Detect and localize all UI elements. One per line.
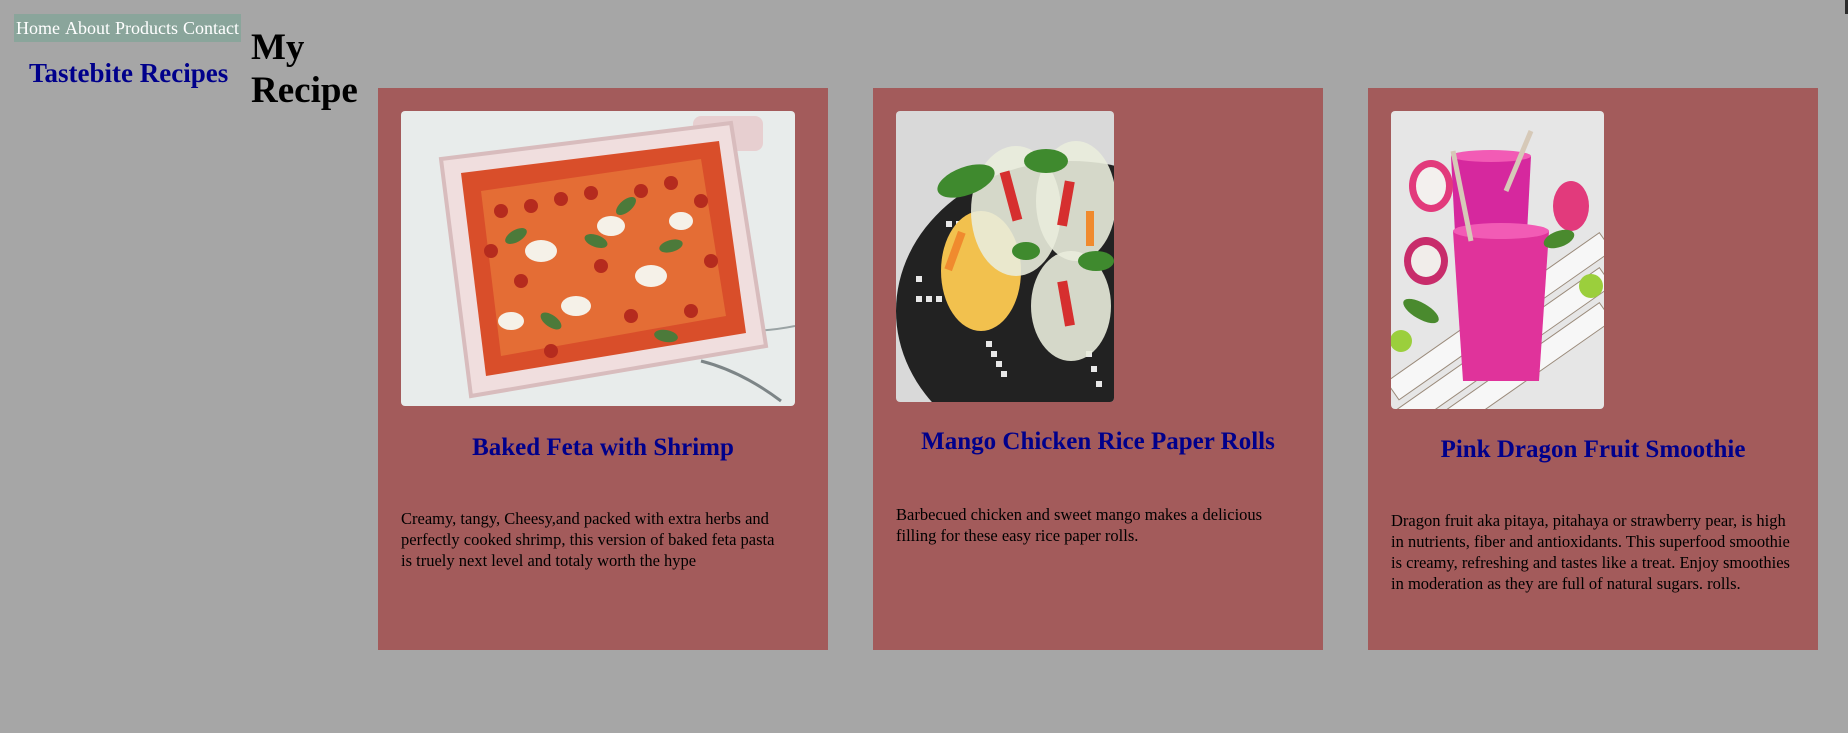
baked-feta-dish-image xyxy=(401,111,795,406)
recipe-title: Baked Feta with Shrimp xyxy=(472,434,734,461)
nav-about-link[interactable]: About xyxy=(65,14,110,42)
top-nav: Home About Products Contact xyxy=(14,14,241,42)
recipe-description: Barbecued chicken and sweet mango makes … xyxy=(896,505,1263,545)
nav-contact-link[interactable]: Contact xyxy=(183,14,239,42)
page-title: My Recipe xyxy=(251,27,358,111)
recipe-description: Dragon fruit aka pitaya, pitahaya or str… xyxy=(1391,511,1790,593)
nav-home-link[interactable]: Home xyxy=(16,14,60,42)
recipe-title: Pink Dragon Fruit Smoothie xyxy=(1440,436,1746,463)
recipe-card-baked-feta: Baked Feta with Shrimp Creamy, tangy, Ch… xyxy=(378,88,828,650)
recipe-card-rice-paper-rolls: Mango Chicken Rice Paper Rolls Barbecued… xyxy=(873,88,1323,650)
brand-name: Tastebite Recipes xyxy=(29,58,229,88)
rice-paper-rolls-image xyxy=(896,111,1114,402)
page: Home About Products Contact Tastebite Re… xyxy=(0,0,1848,733)
nav-products-link[interactable]: Products xyxy=(115,14,178,42)
recipe-title: Mango Chicken Rice Paper Rolls xyxy=(921,428,1275,455)
recipe-card-dragon-fruit-smoothie: Pink Dragon Fruit Smoothie Dragon fruit … xyxy=(1368,88,1818,650)
dragon-fruit-smoothie-image xyxy=(1391,111,1604,409)
recipe-description: Creamy, tangy, Cheesy,and packed with ex… xyxy=(401,509,775,570)
